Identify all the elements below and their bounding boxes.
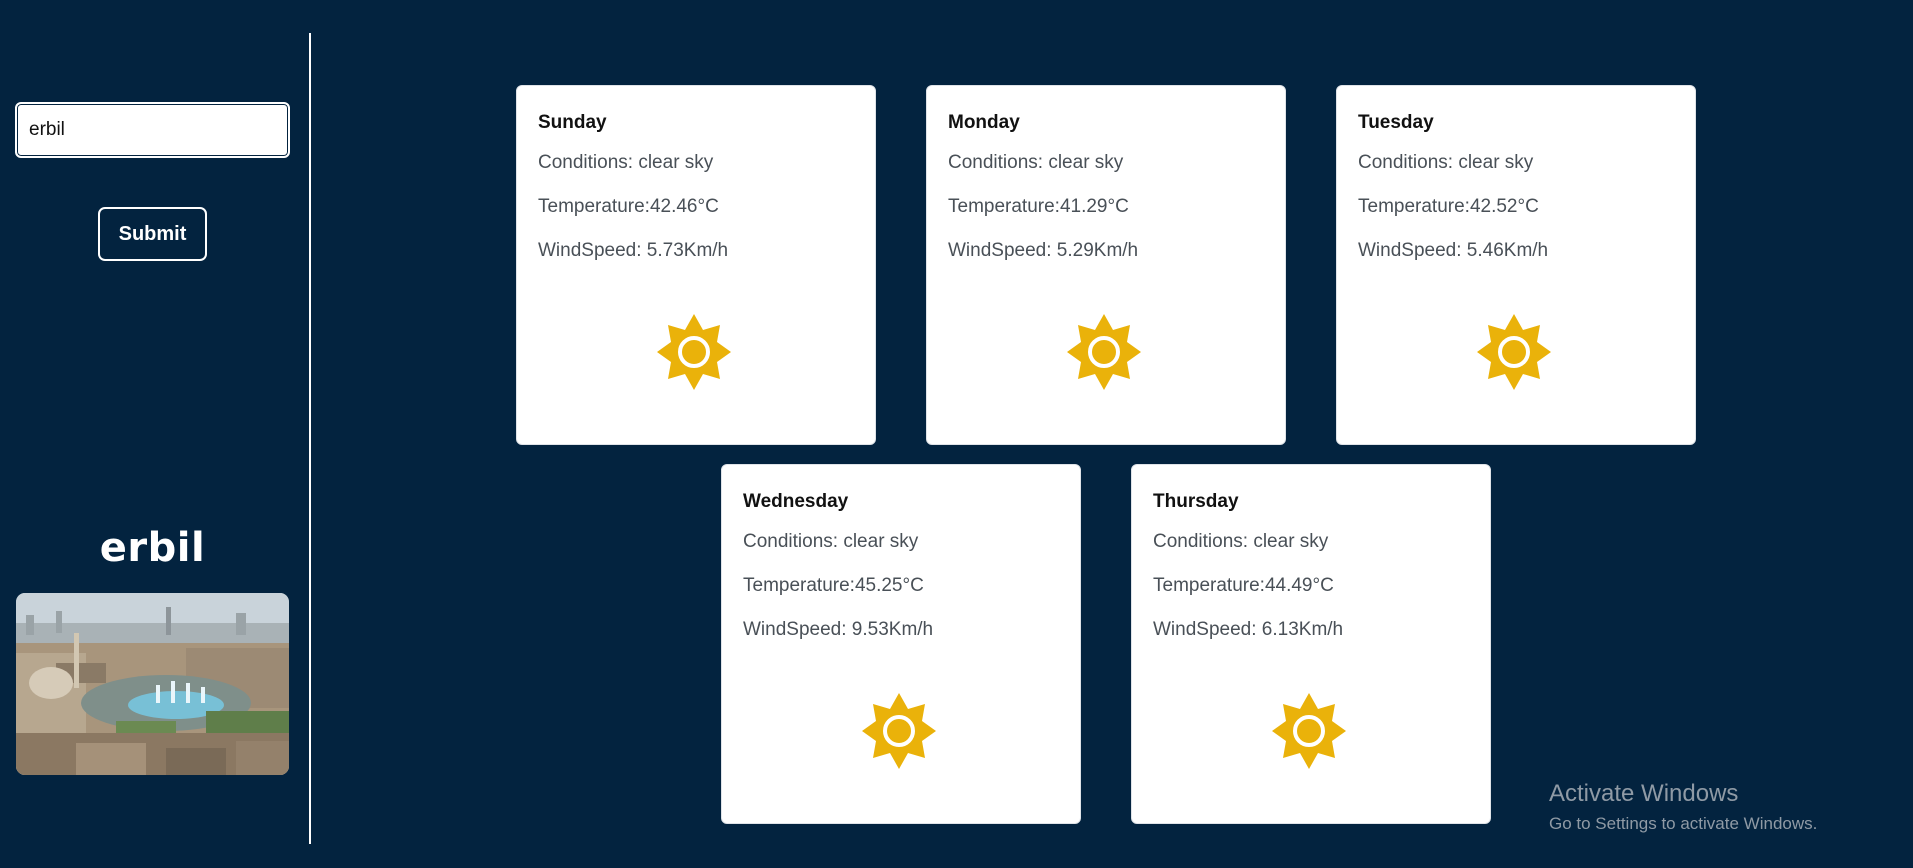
- sun-icon: [1272, 693, 1346, 769]
- sun-icon: [862, 693, 936, 769]
- watermark-title: Activate Windows: [1549, 780, 1739, 807]
- card-conditions: Conditions: clear sky: [1358, 152, 1534, 173]
- sun-icon: [1477, 314, 1551, 390]
- forecast-card-sunday: Sunday Conditions: clear sky Temperature…: [516, 85, 876, 445]
- card-day: Monday: [948, 112, 1020, 133]
- sidebar-divider: [309, 33, 311, 844]
- city-search-input[interactable]: [15, 102, 290, 158]
- card-conditions: Conditions: clear sky: [948, 152, 1124, 173]
- card-temperature: Temperature:42.52°C: [1358, 196, 1539, 217]
- forecast-card-thursday: Thursday Conditions: clear sky Temperatu…: [1131, 464, 1491, 824]
- card-temperature: Temperature:42.46°C: [538, 196, 719, 217]
- card-conditions: Conditions: clear sky: [538, 152, 714, 173]
- card-windspeed: WindSpeed: 5.73Km/h: [538, 240, 729, 261]
- forecast-card-monday: Monday Conditions: clear sky Temperature…: [926, 85, 1286, 445]
- city-name-heading: erbil: [99, 525, 206, 571]
- activate-windows-watermark: Activate Windows Go to Settings to activ…: [1549, 780, 1817, 834]
- card-conditions: Conditions: clear sky: [1153, 531, 1329, 552]
- card-windspeed: WindSpeed: 5.46Km/h: [1358, 240, 1549, 261]
- forecast-card-tuesday: Tuesday Conditions: clear sky Temperatur…: [1336, 85, 1696, 445]
- card-day: Sunday: [538, 112, 607, 133]
- card-day: Thursday: [1153, 491, 1239, 512]
- sun-icon: [1067, 314, 1141, 390]
- sidebar: Submit erbil: [0, 0, 310, 868]
- sun-icon: [657, 314, 731, 390]
- card-conditions: Conditions: clear sky: [743, 531, 919, 552]
- card-windspeed: WindSpeed: 5.29Km/h: [948, 240, 1139, 261]
- card-day: Wednesday: [743, 491, 849, 512]
- submit-button[interactable]: Submit: [98, 207, 207, 261]
- watermark-subtitle: Go to Settings to activate Windows.: [1549, 814, 1818, 833]
- card-temperature: Temperature:44.49°C: [1153, 575, 1334, 596]
- forecast-card-wednesday: Wednesday Conditions: clear sky Temperat…: [721, 464, 1081, 824]
- card-windspeed: WindSpeed: 9.53Km/h: [743, 619, 934, 640]
- card-temperature: Temperature:45.25°C: [743, 575, 924, 596]
- card-temperature: Temperature:41.29°C: [948, 196, 1129, 217]
- city-photo: [16, 593, 289, 775]
- card-day: Tuesday: [1358, 112, 1434, 133]
- card-windspeed: WindSpeed: 6.13Km/h: [1153, 619, 1344, 640]
